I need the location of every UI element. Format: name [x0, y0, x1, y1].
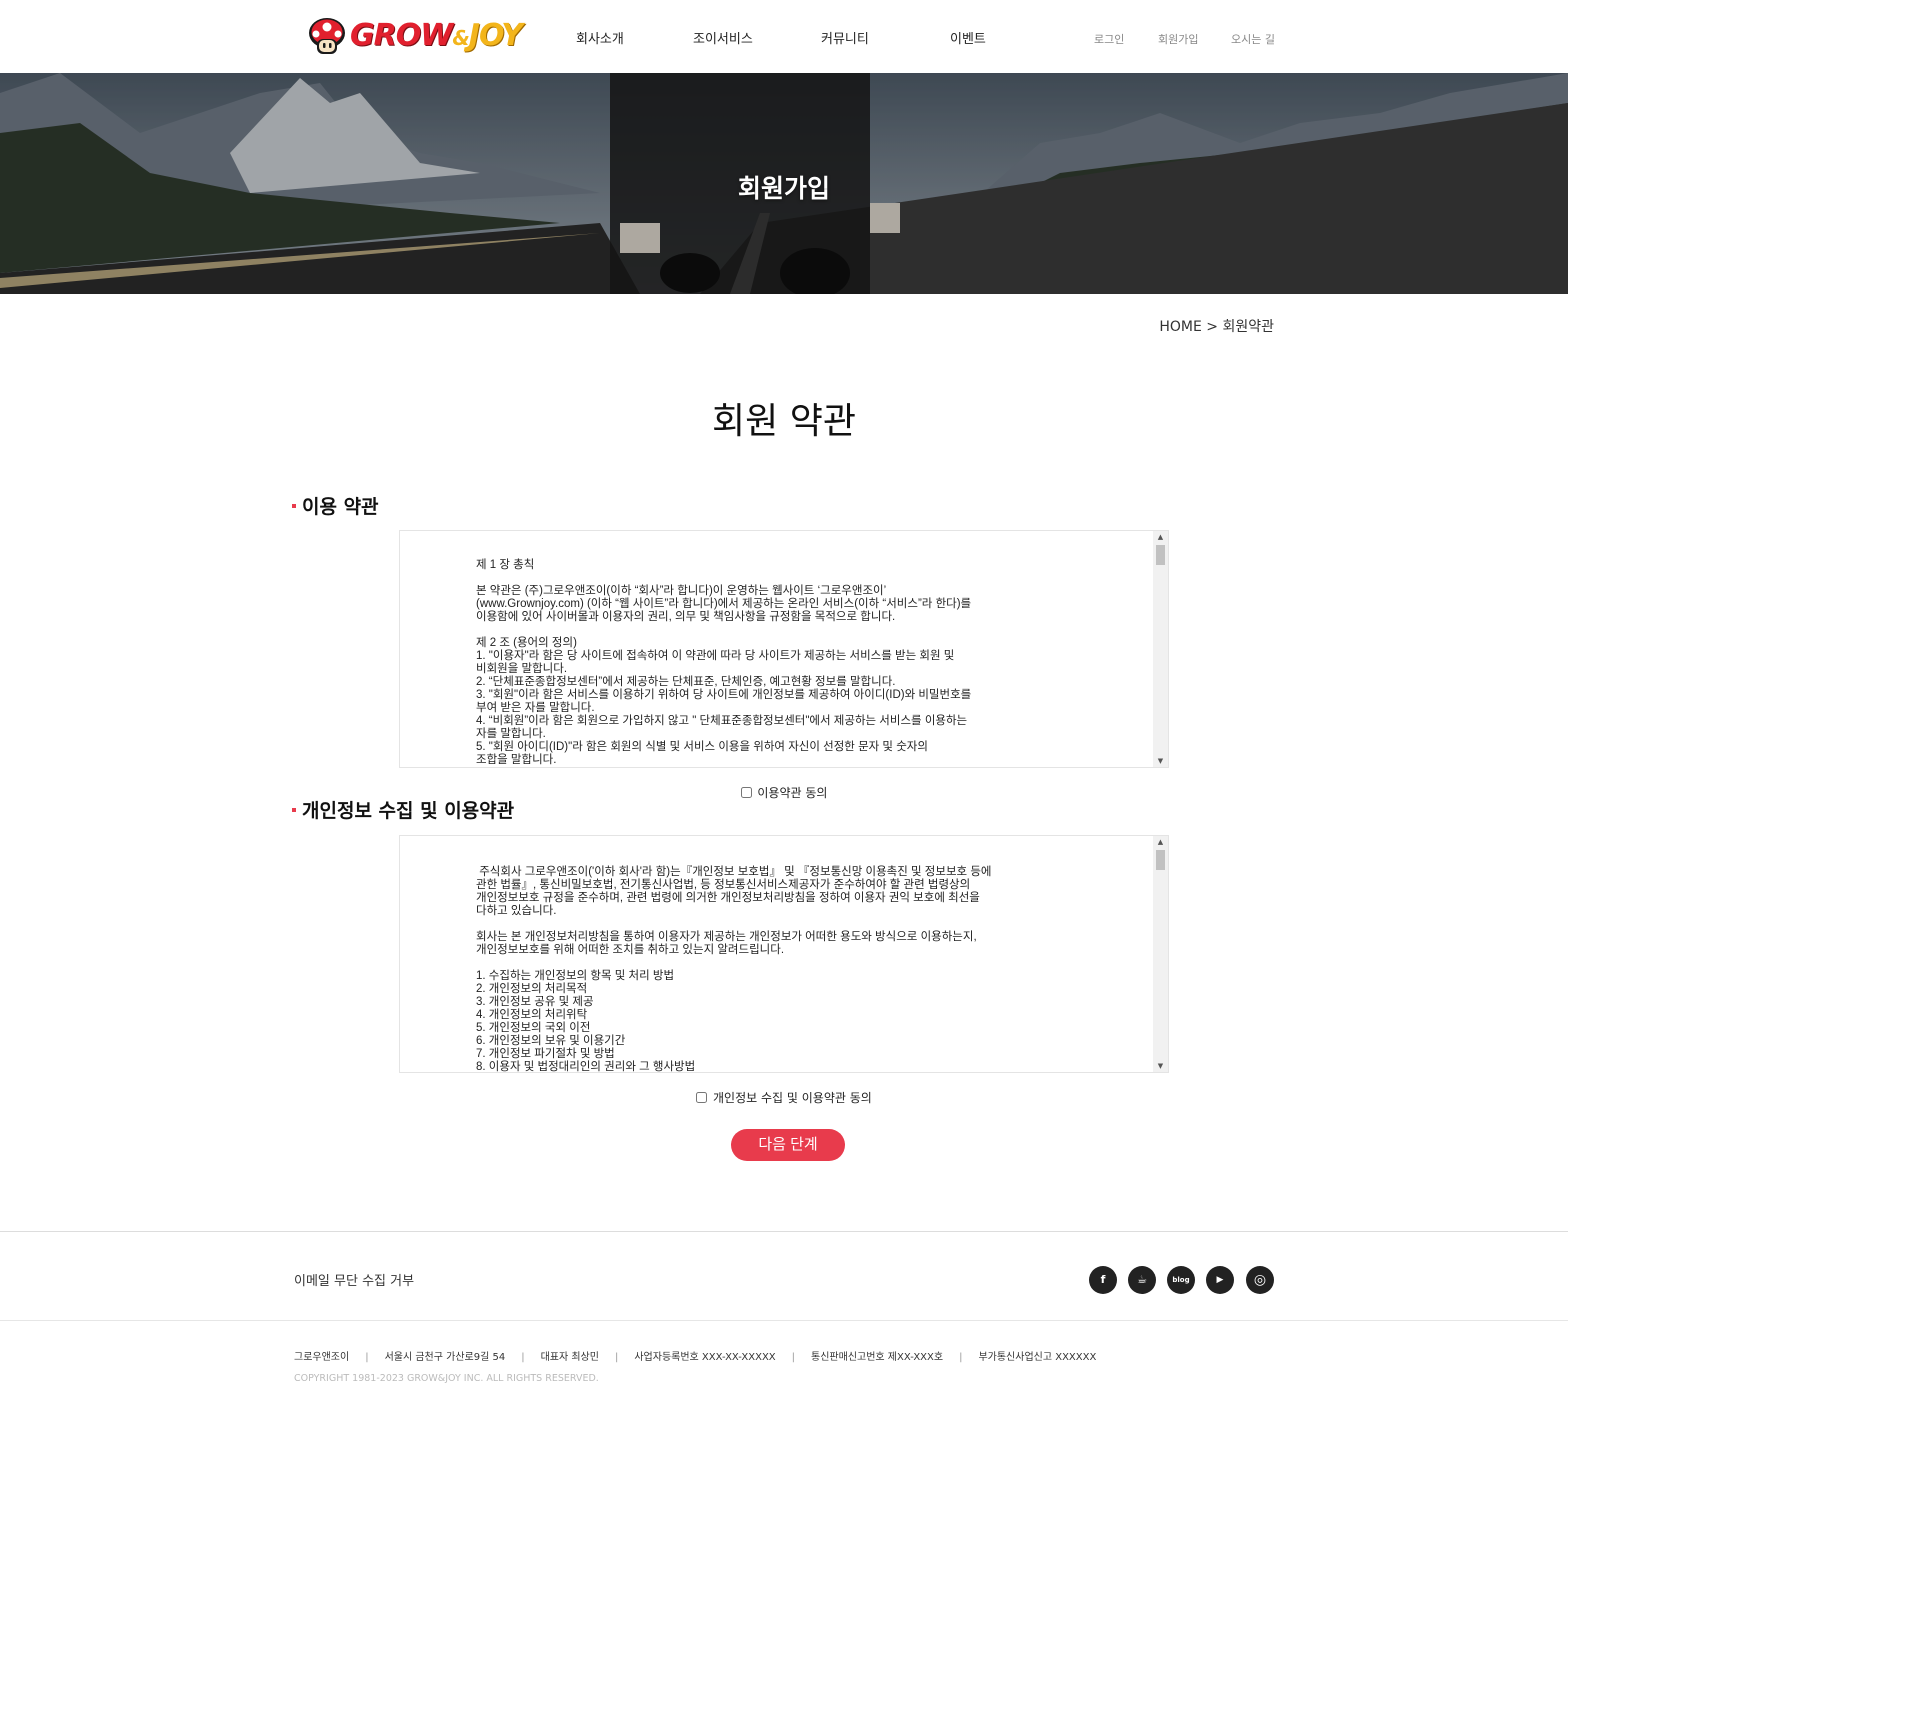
terms-of-use-text: 제 1 장 총칙 본 약관은 (주)그로우앤조이(이하 “회사”라 합니다)이 …	[476, 559, 972, 766]
hero-title: 회원가입	[737, 174, 830, 203]
logo[interactable]: GROW&JOY	[308, 16, 523, 58]
footer-top: 이메일 무단 수집 거부 f ☕ blog ▶ ◎	[0, 1231, 1568, 1321]
nav-item-event[interactable]: 이벤트	[950, 28, 986, 47]
terms-of-use-scrollbar[interactable]: ▲ ▼	[1153, 531, 1168, 767]
privacy-terms-textbox[interactable]: 주식회사 그로우앤조이('이하 회사'라 함)는『개인정보 보호법』 및 『정보…	[399, 835, 1169, 1073]
privacy-terms-scrollbar[interactable]: ▲ ▼	[1153, 836, 1168, 1072]
next-step-button[interactable]: 다음 단계	[731, 1129, 845, 1161]
blog-icon[interactable]: blog	[1167, 1266, 1195, 1294]
terms-of-use-textbox[interactable]: 제 1 장 총칙 본 약관은 (주)그로우앤조이(이하 “회사”라 합니다)이 …	[399, 530, 1169, 768]
login-link[interactable]: 로그인	[1094, 31, 1124, 47]
privacy-terms-heading-text: 개인정보 수집 및 이용약관	[302, 800, 515, 822]
terms-of-use-agree-checkbox[interactable]	[740, 787, 752, 798]
company-info: 그로우앤조이 | 서울시 금천구 가산로9길 54 | 대표자 최상민 | 사업자등록번호 …	[294, 1348, 1096, 1363]
hero-banner: 회원가입	[0, 73, 1568, 294]
terms-of-use-agree: 이용약관 동의	[0, 784, 1568, 801]
divider: |	[614, 1352, 619, 1363]
company-name: 그로우앤조이	[294, 1352, 350, 1363]
site-header: GROW&JOY 회사소개 조이서비스 커뮤니티 이벤트 로그인 회원가입 오시…	[0, 0, 1568, 73]
privacy-terms-agree-checkbox[interactable]	[696, 1092, 708, 1103]
terms-of-use-heading-text: 이용 약관	[302, 496, 379, 518]
instagram-icon[interactable]: ◎	[1246, 1266, 1274, 1294]
divider: |	[521, 1352, 525, 1363]
scroll-up-arrow-icon[interactable]: ▲	[1153, 836, 1168, 848]
bullet-dot-icon	[292, 807, 296, 812]
nav-item-community[interactable]: 커뮤니티	[821, 28, 869, 47]
divider: |	[791, 1352, 796, 1363]
company-address: 서울시 금천구 가산로9길 54	[384, 1352, 506, 1363]
terms-of-use-heading: 이용 약관	[292, 492, 379, 519]
telecom-business-report: 부가통신사업신고 XXXXXX	[978, 1352, 1097, 1363]
breadcrumb: HOME > 회원약관	[1159, 319, 1274, 335]
youtube-icon[interactable]: ▶	[1206, 1266, 1234, 1294]
scroll-up-arrow-icon[interactable]: ▲	[1153, 531, 1168, 543]
divider: |	[959, 1352, 963, 1363]
privacy-terms-agree-label[interactable]: 개인정보 수집 및 이용약관 동의	[713, 1091, 872, 1105]
scroll-down-arrow-icon[interactable]: ▼	[1153, 1060, 1168, 1072]
terms-of-use-agree-label[interactable]: 이용약관 동의	[757, 786, 827, 800]
ceo-name: 대표자 최상민	[540, 1352, 599, 1363]
mushroom-logo-icon	[308, 17, 346, 57]
email-collection-refusal-link[interactable]: 이메일 무단 수집 거부	[294, 1270, 414, 1289]
logo-text-amp: &	[452, 26, 469, 50]
signup-link[interactable]: 회원가입	[1158, 31, 1198, 47]
scrollbar-thumb[interactable]	[1156, 850, 1165, 870]
scrollbar-thumb[interactable]	[1156, 545, 1165, 565]
logo-wordmark: GROW&JOY	[350, 16, 523, 58]
nav-item-joy-service[interactable]: 조이서비스	[693, 28, 753, 47]
privacy-terms-heading: 개인정보 수집 및 이용약관	[292, 796, 514, 823]
facebook-icon[interactable]: f	[1089, 1266, 1117, 1294]
logo-text-joy: JOY	[468, 18, 523, 53]
nav-item-company[interactable]: 회사소개	[576, 28, 624, 47]
privacy-terms-text: 주식회사 그로우앤조이('이하 회사'라 함)는『개인정보 보호법』 및 『정보…	[476, 866, 992, 1073]
page-title: 회원 약관	[712, 401, 856, 442]
logo-text-grow: GROW	[350, 18, 453, 53]
directions-link[interactable]: 오시는 길	[1231, 31, 1275, 47]
business-registration-number: 사업자등록번호 XXX-XX-XXXXX	[634, 1352, 776, 1363]
kakao-icon[interactable]: ☕	[1128, 1266, 1156, 1294]
divider: |	[365, 1352, 369, 1363]
scroll-down-arrow-icon[interactable]: ▼	[1153, 755, 1168, 767]
mail-order-report-number: 통신판매신고번호 제XX-XXX호	[811, 1352, 944, 1363]
privacy-terms-agree: 개인정보 수집 및 이용약관 동의	[0, 1089, 1568, 1106]
bullet-dot-icon	[292, 503, 296, 508]
copyright: COPYRIGHT 1981-2023 GROW&JOY INC. ALL RI…	[294, 1373, 599, 1384]
